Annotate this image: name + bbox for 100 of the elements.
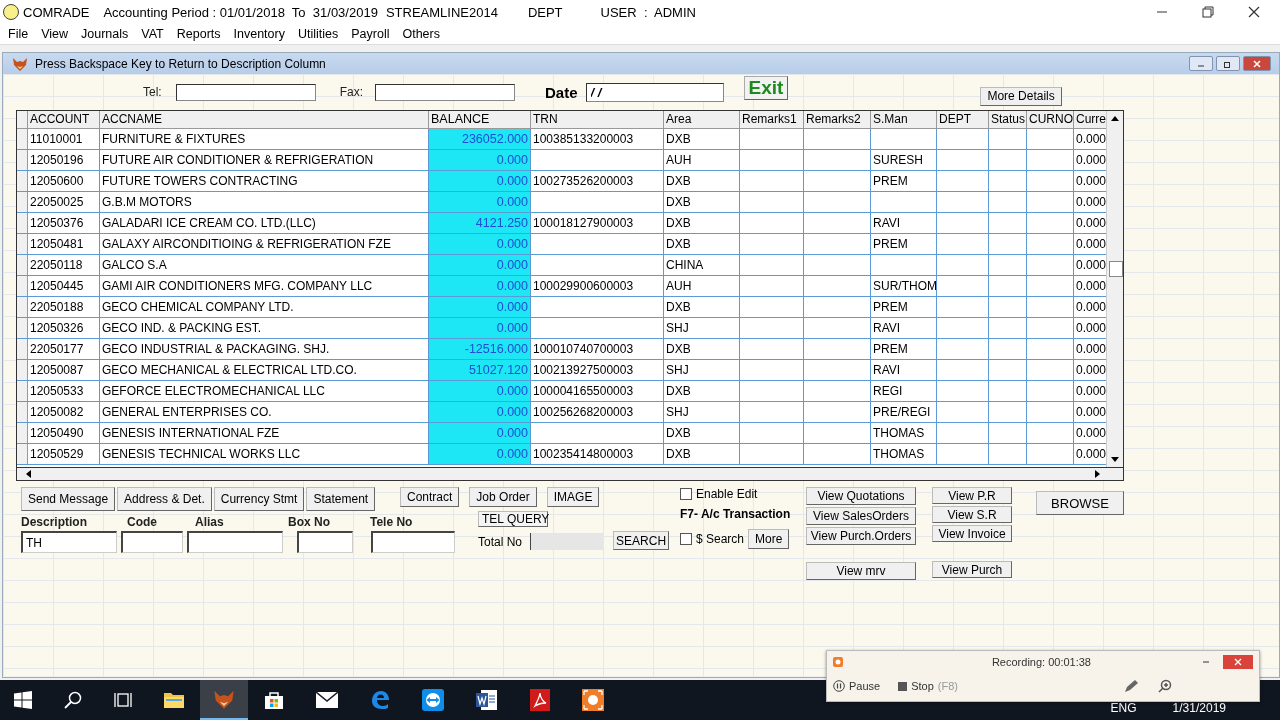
horizontal-scrollbar[interactable] <box>16 468 1124 481</box>
table-cell: DXB <box>664 297 740 317</box>
restore-icon[interactable] <box>1202 6 1214 18</box>
close-icon[interactable] <box>1248 6 1260 18</box>
more-button[interactable]: More <box>748 529 790 549</box>
start-icon[interactable] <box>14 691 32 709</box>
column-header[interactable]: S.Man <box>871 111 937 128</box>
action-button[interactable]: IMAGE <box>546 487 600 507</box>
table-cell: 0.000 <box>429 423 531 443</box>
scroll-down-icon[interactable] <box>1111 457 1119 463</box>
menu-item[interactable]: VAT <box>135 27 171 41</box>
table-cell: 0.000 <box>429 192 531 212</box>
remote-control-icon[interactable] <box>422 689 444 711</box>
view-button[interactable]: View mrv <box>806 562 916 580</box>
pause-button[interactable]: Pause <box>833 680 881 692</box>
app-name: COMRADE <box>23 4 90 20</box>
taskbar-date[interactable]: 1/31/2019 <box>1172 701 1226 715</box>
taskbar-app-button[interactable] <box>200 680 248 720</box>
tab-button[interactable]: Send Message <box>21 487 116 511</box>
scroll-up-icon[interactable] <box>1111 115 1119 121</box>
table-cell: AUH <box>664 276 740 296</box>
view-button[interactable]: View Purch.Orders <box>806 527 916 545</box>
column-header[interactable]: CURNO <box>1027 111 1074 128</box>
menu-item[interactable]: Journals <box>75 27 136 41</box>
dollar-search-checkbox[interactable]: $ Search <box>680 532 745 546</box>
table-cell: 100385133200003 <box>531 129 664 149</box>
tab-button[interactable]: Currency Stmt <box>213 487 305 511</box>
tel-field[interactable] <box>175 83 316 101</box>
view-button[interactable]: View Invoice <box>932 525 1012 542</box>
scroll-left-icon[interactable] <box>25 470 31 478</box>
action-button[interactable]: Job Order <box>469 487 537 507</box>
column-header[interactable]: Remarks2 <box>804 111 871 128</box>
tab-button[interactable]: Statement <box>306 487 376 511</box>
more-details-button[interactable]: More Details <box>980 86 1062 106</box>
table-cell: PREM <box>871 234 937 254</box>
table-cell: 12050082 <box>28 402 100 422</box>
table-cell: 0.000 <box>429 171 531 191</box>
restore-button[interactable] <box>1216 56 1240 71</box>
view-button[interactable]: View SalesOrders <box>806 507 916 525</box>
menu-item[interactable]: Others <box>396 27 447 41</box>
fax-field[interactable] <box>375 83 516 101</box>
menu-item[interactable]: Payroll <box>345 27 397 41</box>
table-cell: 11010001 <box>28 129 100 149</box>
scroll-right-icon[interactable] <box>1095 470 1101 478</box>
input-field[interactable]: TH <box>21 531 117 553</box>
exit-button[interactable]: Exit <box>743 76 789 100</box>
view-button[interactable]: View P.R <box>932 487 1012 504</box>
vertical-scrollbar[interactable] <box>1106 111 1123 467</box>
date-field[interactable]: / / <box>585 82 724 102</box>
task-view-icon[interactable] <box>114 691 132 709</box>
tel-label: Tel: <box>143 85 162 99</box>
folder-icon[interactable] <box>164 691 184 709</box>
department-label: DEPT <box>527 4 563 20</box>
table-cell: -12516.000 <box>429 339 531 359</box>
action-button[interactable]: Contract <box>400 487 460 507</box>
table-cell: DXB <box>664 381 740 401</box>
recorder-icon[interactable] <box>582 689 604 711</box>
browse-button[interactable]: BROWSE <box>1036 491 1124 515</box>
search-icon[interactable] <box>64 691 82 709</box>
fox-icon <box>12 55 28 72</box>
view-button[interactable]: View Purch <box>932 561 1012 578</box>
column-header[interactable]: DEPT <box>937 111 989 128</box>
zoom-in-icon[interactable] <box>1158 679 1172 693</box>
table-cell: 12050481 <box>28 234 100 254</box>
table-cell: 12050445 <box>28 276 100 296</box>
stop-button[interactable]: Stop (F8) <box>898 680 958 692</box>
close-button[interactable] <box>1223 655 1253 669</box>
browser-icon[interactable] <box>370 690 390 710</box>
menu-item[interactable]: View <box>35 27 76 41</box>
menu-item[interactable]: Reports <box>170 27 228 41</box>
total-label: Total No <box>478 534 523 549</box>
view-button[interactable]: View S.R <box>932 506 1012 523</box>
input-field[interactable] <box>371 531 455 553</box>
table-cell: 0.000 <box>429 381 531 401</box>
input-field[interactable] <box>187 531 283 553</box>
column-header[interactable]: Status <box>989 111 1027 128</box>
language-indicator[interactable]: ENG <box>1110 701 1137 715</box>
tab-button[interactable]: Address & Det. <box>117 487 212 511</box>
column-header[interactable]: TRN <box>531 111 664 128</box>
pencil-icon[interactable] <box>1124 679 1140 693</box>
column-header[interactable]: BALANCE <box>429 111 531 128</box>
close-button[interactable] <box>1243 56 1271 71</box>
table-cell: RAVI <box>871 360 937 380</box>
document-icon[interactable] <box>476 689 498 711</box>
mail-icon[interactable] <box>316 692 338 708</box>
enable-edit-checkbox[interactable]: Enable Edit <box>680 487 802 501</box>
column-header[interactable]: Remarks1 <box>740 111 804 128</box>
store-icon[interactable] <box>264 690 284 710</box>
input-field[interactable] <box>297 531 353 553</box>
view-button[interactable]: View Quotations <box>806 487 916 505</box>
menu-item[interactable]: File <box>2 27 36 41</box>
menu-item[interactable]: Utilities <box>291 27 346 41</box>
input-field[interactable] <box>121 531 183 553</box>
column-header[interactable]: Area <box>664 111 740 128</box>
scroll-thumb[interactable] <box>1109 261 1123 277</box>
minimize-icon[interactable] <box>1201 658 1211 666</box>
column-header[interactable]: ACCOUNT <box>28 111 100 128</box>
pdf-icon[interactable] <box>530 689 550 711</box>
menu-item[interactable]: Inventory <box>227 27 292 41</box>
search-button[interactable]: SEARCH <box>613 531 670 550</box>
